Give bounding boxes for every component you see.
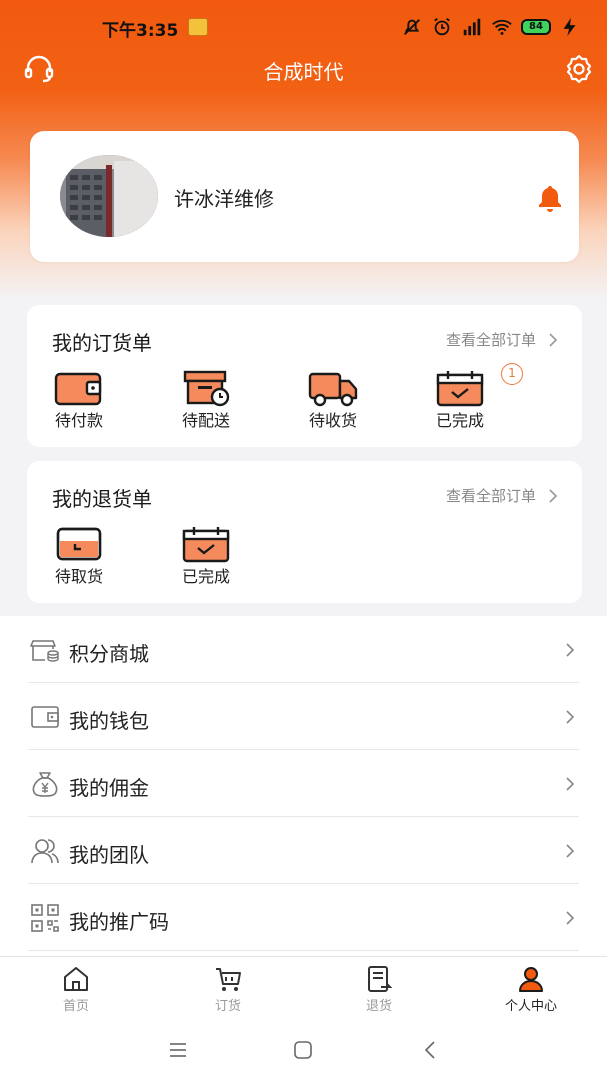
view-all-orders-link[interactable]: 查看全部订单 — [446, 329, 558, 350]
order-status-pending-receipt[interactable]: 待收货 — [288, 369, 378, 431]
order-status-pending-payment[interactable]: 待付款 — [34, 369, 124, 431]
status-bar: 下午3:35 84 — [0, 0, 607, 56]
qr-code-icon — [31, 904, 59, 932]
money-bag-icon — [32, 772, 58, 797]
mute-icon — [404, 19, 420, 35]
tab-return[interactable]: 退货 — [329, 965, 429, 1014]
status-label: 待收货 — [308, 411, 357, 430]
home-icon — [64, 967, 88, 991]
tab-order[interactable]: 订货 — [178, 965, 278, 1014]
alarm-icon — [434, 17, 450, 36]
status-time: 下午3:35 — [102, 21, 179, 41]
signal-icon — [463, 18, 481, 36]
purchase-orders-card: 我的订货单 查看全部订单 待付款 待配送 待收货 已完成 1 — [27, 305, 582, 447]
menu-item-label: 我的推广码 — [69, 910, 169, 934]
tab-label: 个人中心 — [504, 999, 557, 1014]
menu-item-promo-code[interactable]: 我的推广码 — [0, 884, 607, 951]
feature-menu: 积分商城 我的钱包 我的佣金 我的团队 我的推广码 — [0, 616, 607, 956]
tab-label: 退货 — [365, 999, 392, 1014]
view-all-label: 查看全部订单 — [445, 331, 536, 349]
view-all-label: 查看全部订单 — [445, 487, 536, 505]
return-status-pending-pickup[interactable]: 待取货 — [34, 525, 124, 587]
menu-item-label: 积分商城 — [69, 642, 149, 666]
menu-item-wallet[interactable]: 我的钱包 — [0, 683, 607, 750]
wifi-icon — [492, 19, 512, 35]
tab-profile[interactable]: 个人中心 — [481, 965, 581, 1014]
status-icons: 84 — [401, 16, 581, 38]
status-label: 待配送 — [181, 411, 230, 430]
settings-gear-icon[interactable] — [562, 52, 596, 86]
bottom-tab-bar: 首页 订货 退货 个人中心 — [0, 956, 607, 1020]
divider — [28, 950, 579, 951]
view-all-returns-link[interactable]: 查看全部订单 — [446, 485, 558, 506]
page-title: 合成时代 — [263, 60, 344, 84]
chevron-right-icon — [566, 710, 575, 724]
chevron-right-icon — [566, 777, 575, 791]
store-coins-icon — [30, 640, 59, 662]
chevron-right-icon — [566, 844, 575, 858]
wallet-icon — [54, 372, 102, 406]
status-label: 待取货 — [54, 567, 103, 586]
back-icon[interactable] — [418, 1038, 444, 1062]
calendar-check-icon — [436, 371, 484, 407]
menu-item-team[interactable]: 我的团队 — [0, 817, 607, 884]
order-status-completed[interactable]: 已完成 — [415, 369, 505, 431]
box-clock-icon — [183, 370, 230, 407]
completed-count-badge: 1 — [501, 363, 523, 385]
chevron-right-icon — [566, 911, 575, 925]
chevron-right-icon — [549, 488, 558, 503]
return-orders-title: 我的退货单 — [52, 487, 152, 511]
status-label: 已完成 — [181, 567, 230, 586]
menu-item-label: 我的团队 — [69, 843, 149, 867]
wallet-outline-icon — [31, 706, 59, 728]
cart-icon — [216, 968, 241, 991]
notification-app-icon — [188, 18, 208, 36]
menu-item-commission[interactable]: 我的佣金 — [0, 750, 607, 817]
person-icon — [519, 967, 543, 992]
menu-item-label: 我的钱包 — [69, 709, 149, 733]
status-label: 待付款 — [54, 411, 103, 430]
menu-item-points-mall[interactable]: 积分商城 — [0, 616, 607, 683]
truck-icon — [308, 372, 358, 407]
pickup-box-icon — [56, 527, 102, 561]
chevron-right-icon — [549, 332, 558, 347]
charging-icon — [563, 17, 576, 37]
notification-bell-icon[interactable] — [536, 183, 564, 213]
return-doc-icon — [368, 966, 393, 992]
menu-icon[interactable] — [165, 1038, 191, 1062]
system-navigation-bar — [0, 1020, 607, 1080]
avatar[interactable] — [60, 155, 158, 237]
tab-label: 订货 — [214, 999, 241, 1014]
menu-item-label: 我的佣金 — [69, 776, 149, 800]
profile-card[interactable]: 许冰洋维修 — [30, 131, 579, 262]
calendar-check-icon — [182, 527, 230, 563]
purchase-orders-title: 我的订货单 — [52, 331, 152, 355]
chevron-right-icon — [566, 643, 575, 657]
status-label: 已完成 — [435, 411, 484, 430]
team-icon — [31, 839, 59, 864]
tab-label: 首页 — [62, 999, 89, 1014]
battery-indicator: 84 — [521, 19, 551, 35]
user-name: 许冰洋维修 — [174, 187, 274, 211]
return-orders-card: 我的退货单 查看全部订单 待取货 已完成 — [27, 461, 582, 603]
return-status-completed[interactable]: 已完成 — [161, 525, 251, 587]
avatar-photo — [60, 155, 158, 237]
home-square-icon[interactable] — [290, 1038, 316, 1062]
tab-home[interactable]: 首页 — [26, 965, 126, 1014]
order-status-pending-delivery[interactable]: 待配送 — [161, 369, 251, 431]
